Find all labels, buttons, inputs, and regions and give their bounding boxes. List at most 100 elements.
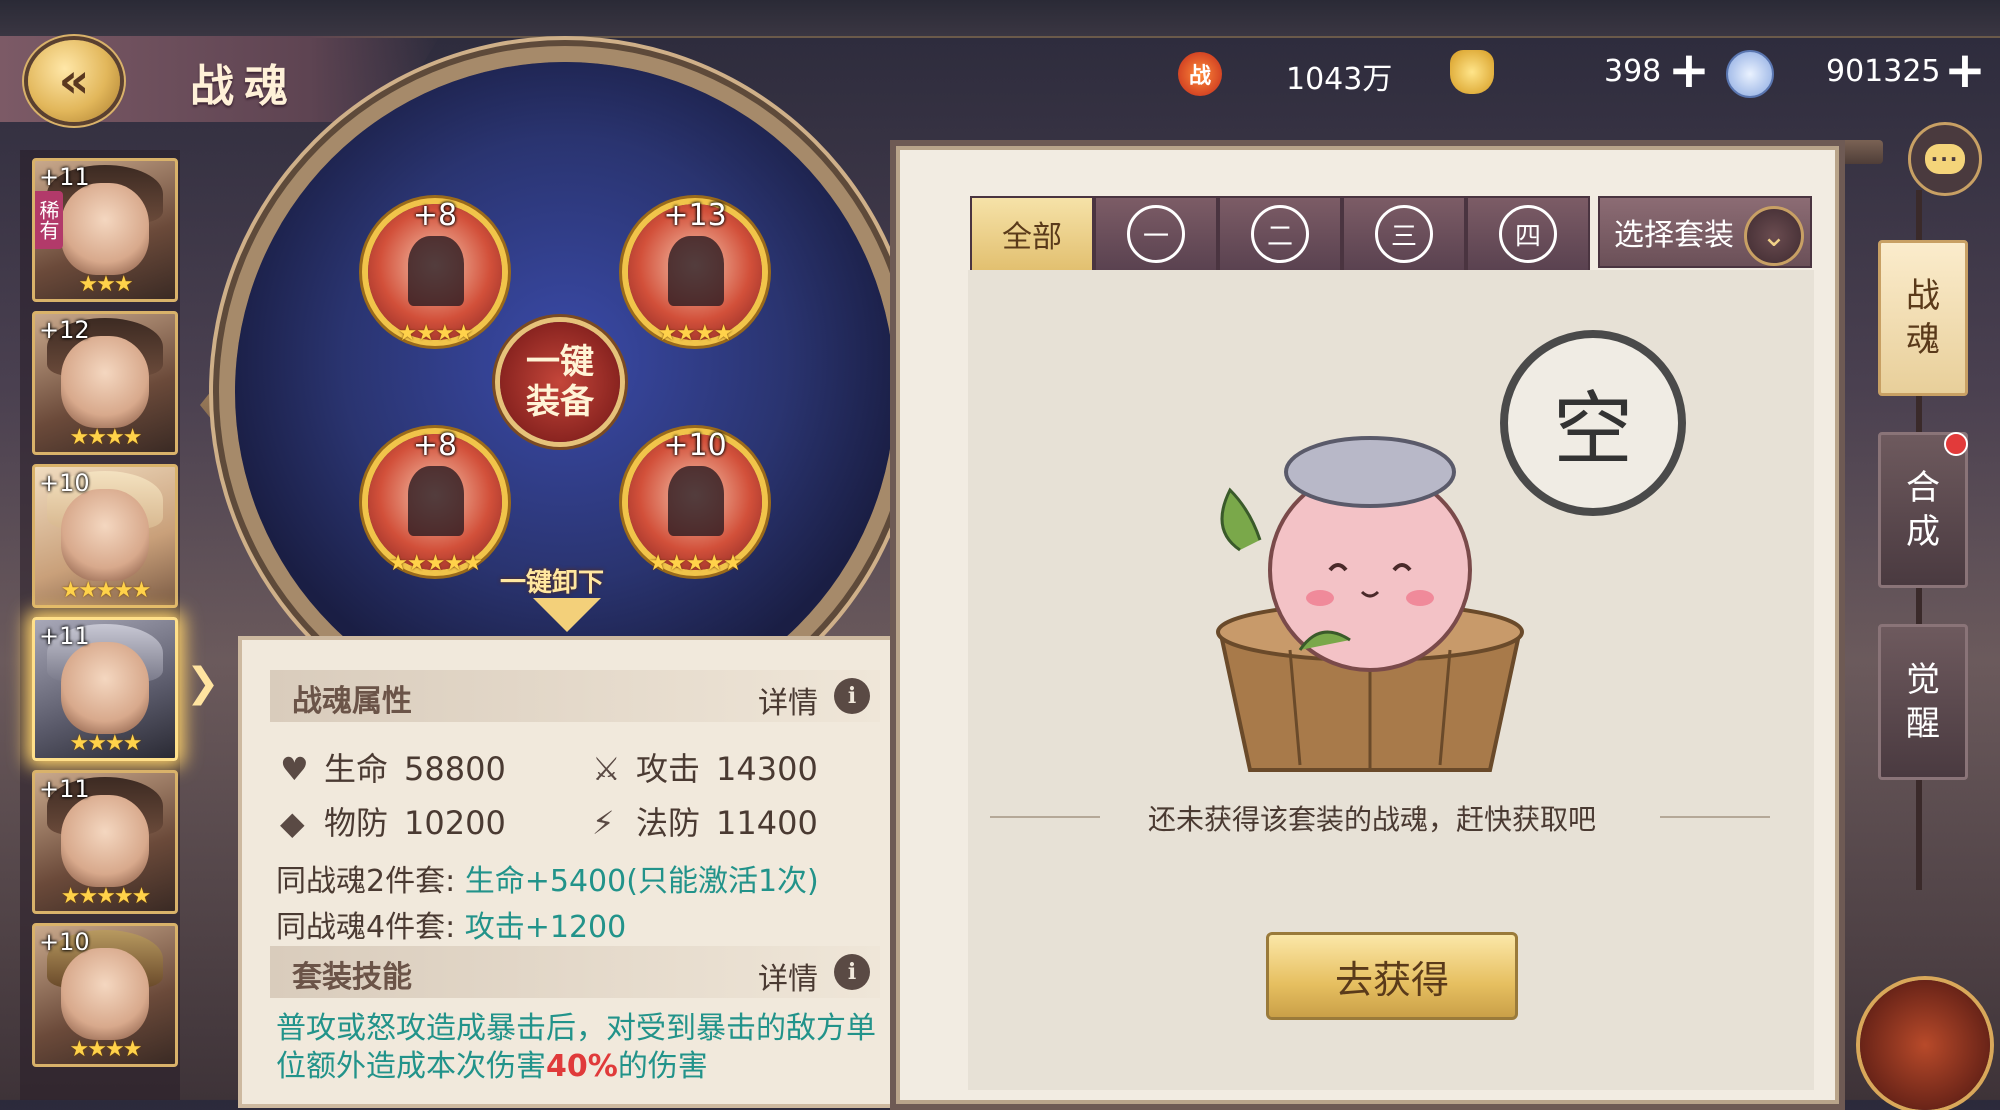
soul-figure-icon [668, 236, 724, 306]
hero-level: +10 [39, 469, 90, 497]
equip-all-button[interactable]: 一键 装备 [500, 322, 620, 442]
equip-all-label-line1: 一键 [526, 342, 594, 382]
coin-value: 901325 [1826, 54, 1941, 89]
skill-detail-link[interactable]: 详情 [758, 954, 818, 998]
tab-set-3[interactable]: 三 [1342, 196, 1466, 272]
rare-tag: 稀有 [35, 191, 63, 249]
hero-level: +11 [39, 622, 90, 650]
hero-card-selected[interactable]: +11 ★★★★ [32, 617, 178, 761]
stat-label: 攻击 [636, 750, 701, 788]
stat-label: 物防 [324, 804, 389, 842]
corner-lantern-button[interactable] [1860, 980, 1990, 1110]
top-bar [0, 0, 2000, 38]
gold-ingot-icon [1450, 50, 1494, 94]
tab-set-4[interactable]: 四 [1466, 196, 1590, 272]
divider-line [1660, 816, 1770, 818]
add-gold-button[interactable]: + [1668, 45, 1710, 95]
heart-icon: ♥ [280, 750, 309, 788]
tab-label: 四 [1499, 205, 1557, 263]
hero-card[interactable]: +11 ★★★★★ [32, 770, 178, 914]
set-bonus-2: 同战魂2件套: 生命+5400(只能激活1次) [276, 856, 819, 900]
chat-icon: ··· [1925, 144, 1965, 174]
soul-slot-4[interactable]: +10 ★★★★★ [628, 428, 762, 576]
slot-stars: ★★★★★ [388, 551, 483, 576]
shield-icon: ◆ [280, 804, 305, 842]
hero-face [61, 948, 149, 1040]
set-bonus-4: 同战魂4件套: 攻击+1200 [276, 902, 626, 946]
chat-button[interactable]: ··· [1908, 122, 1982, 196]
skill-desc-highlight: 40% [546, 1049, 618, 1084]
slot-level: +10 [663, 428, 727, 463]
steamed-bun-illustration [1216, 436, 1524, 772]
magic-shield-icon: ⚡ [592, 804, 615, 842]
chevron-down-icon: ⌄ [1744, 206, 1804, 266]
slot-stars: ★★★★★ [648, 551, 743, 576]
side-tab-label: 战 [1906, 276, 1940, 316]
hero-card[interactable]: +10 ★★★★★ [32, 464, 178, 608]
battle-power-value: 1043万 [1286, 62, 1393, 97]
soul-figure-icon [668, 466, 724, 536]
suit-select-dropdown[interactable]: 选择套装 ⌄ [1598, 196, 1812, 268]
skill-desc-text-end: 的伤害 [617, 1049, 708, 1084]
hero-level: +11 [39, 775, 90, 803]
soul-figure-icon [408, 466, 464, 536]
coin-icon [1726, 50, 1774, 98]
skill-section-header: 套装技能 详情 i [270, 946, 880, 998]
stat-magic-defense: ⚡ 法防 11400 [592, 798, 818, 844]
gold-value: 398 [1604, 54, 1662, 89]
tab-label: 一 [1127, 205, 1185, 263]
hero-stars: ★★★ [78, 272, 133, 297]
side-tab-label: 魂 [1906, 320, 1940, 360]
unload-arrow-icon [533, 598, 601, 632]
side-tab-soul[interactable]: 战 魂 [1878, 240, 1968, 396]
stat-label: 法防 [636, 804, 701, 842]
tab-all[interactable]: 全部 [970, 196, 1094, 272]
stat-value: 11400 [716, 804, 818, 842]
attribute-detail-link[interactable]: 详情 [758, 678, 818, 722]
set-bonus-prefix: 同战魂2件套: [276, 864, 456, 899]
unload-all-button[interactable]: 一键卸下 [500, 562, 604, 599]
hero-face [61, 183, 149, 275]
empty-badge: 空 [1500, 330, 1686, 516]
attribute-section-title: 战魂属性 [292, 684, 412, 719]
side-tab-label: 合 [1906, 468, 1940, 508]
hero-level: +11 [39, 163, 90, 191]
hero-face [61, 642, 149, 734]
hero-stars: ★★★★★ [60, 884, 152, 909]
attribute-info-icon[interactable]: i [834, 678, 870, 714]
soul-slot-2[interactable]: +13 ★★★★ [628, 198, 762, 346]
hero-level: +12 [39, 316, 90, 344]
tab-set-1[interactable]: 一 [1094, 196, 1218, 272]
side-tab-label: 醒 [1906, 704, 1940, 744]
hero-card[interactable]: +12 ★★★★ [32, 311, 178, 455]
hero-face [61, 489, 149, 581]
stat-label: 生命 [324, 750, 389, 788]
hero-stars: ★★★★ [69, 731, 143, 756]
skill-info-icon[interactable]: i [834, 954, 870, 990]
set-bonus-value: 攻击+1200 [464, 910, 627, 945]
slot-level: +8 [412, 428, 458, 463]
hero-card[interactable]: +10 ★★★★ [32, 923, 178, 1067]
slot-level: +8 [412, 198, 458, 233]
stat-physical-defense: ◆ 物防 10200 [280, 798, 506, 844]
tab-label: 三 [1375, 205, 1433, 263]
side-tab-awaken[interactable]: 觉 醒 [1878, 624, 1968, 780]
tab-label: 二 [1251, 205, 1309, 263]
tab-set-2[interactable]: 二 [1218, 196, 1342, 272]
soul-figure-icon [408, 236, 464, 306]
stat-value: 10200 [404, 804, 506, 842]
go-obtain-button[interactable]: 去获得 [1266, 932, 1518, 1020]
soul-slot-1[interactable]: +8 ★★★★ [368, 198, 502, 346]
set-bonus-value: 生命+5400(只能激活1次) [464, 864, 819, 899]
hero-face [61, 795, 149, 887]
hero-stars: ★★★★★ [60, 578, 152, 603]
hero-level: +10 [39, 928, 90, 956]
stat-value: 14300 [716, 750, 818, 788]
hero-card[interactable]: +11 稀有 ★★★ [32, 158, 178, 302]
back-button[interactable]: « [28, 40, 120, 122]
add-coin-button[interactable]: + [1944, 45, 1986, 95]
soul-slot-3[interactable]: +8 ★★★★★ [368, 428, 502, 576]
notification-dot [1944, 432, 1968, 456]
set-bonus-prefix: 同战魂4件套: [276, 910, 456, 945]
hero-stars: ★★★★ [69, 425, 143, 450]
